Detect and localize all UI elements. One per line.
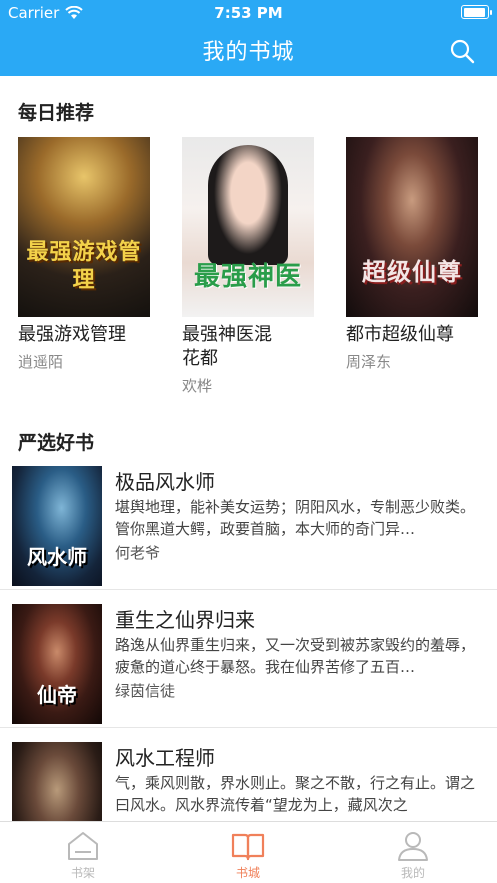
daily-recommend-heading: 每日推荐 (18, 102, 95, 124)
book-cover: 仙帝 (12, 604, 102, 724)
nav-header: Carrier 7:53 PM 我的书城 (0, 0, 497, 76)
status-bar: Carrier 7:53 PM (0, 0, 497, 26)
user-icon (398, 832, 428, 861)
search-icon[interactable] (449, 38, 475, 64)
tab-bookstore[interactable]: 书城 (208, 830, 288, 881)
book-list-item[interactable]: 风水师 极品风水师 堪舆地理，能补美女运势；阴阳风水，专制恶少败类。管你黑道大鳄… (0, 452, 497, 590)
book-description: 路逸从仙界重生归来，又一次受到被苏家毁约的羞辱，疲惫的道心终于暴怒。我在仙界苦修… (115, 636, 476, 676)
book-author: 欢桦 (182, 377, 213, 395)
book-cover: 最强游戏管理 (18, 137, 150, 317)
book-title: 风水工程师 (115, 746, 215, 770)
recommend-book-card[interactable]: 最强神医 最强神医混花都 欢桦 (182, 137, 317, 396)
book-description: 气，乘风则散，界水则止。聚之不散，行之有止。谓之曰风水。风水界流传着“望龙为上，… (115, 774, 476, 814)
tab-label: 书架 (70, 866, 95, 880)
book-list-item[interactable]: 风水 风水工程师 气，乘风则散，界水则止。聚之不散，行之有止。谓之曰风水。风水界… (0, 728, 497, 821)
app: Carrier 7:53 PM 我的书城 每日推荐 最强游戏管理 最强游戏管理 (0, 0, 497, 883)
page-title: 我的书城 (202, 40, 295, 65)
cover-title-text: 最强游戏管理 (26, 240, 142, 293)
book-author: 绿茵信徒 (115, 682, 176, 700)
bookshelf-icon (68, 832, 98, 860)
tab-label: 书城 (235, 866, 260, 880)
main-content[interactable]: 每日推荐 最强游戏管理 最强游戏管理 逍遥陌 最强神医 最强神医混花都 欢桦 超… (0, 76, 497, 821)
battery-icon (461, 5, 492, 19)
cover-title-text: 最强神医 (193, 262, 302, 292)
book-author: 周泽东 (346, 353, 392, 371)
cover-title-text: 风水师 (27, 545, 87, 569)
book-cover: 超级仙尊 (346, 137, 478, 317)
book-title: 重生之仙界归来 (115, 608, 255, 632)
tab-bar: 书架 书城 我的 (0, 821, 497, 883)
tab-label: 我的 (400, 866, 425, 880)
book-title: 最强神医混花都 (182, 324, 272, 369)
book-author: 逍遥陌 (18, 353, 64, 371)
book-author: 何老爷 (115, 544, 161, 562)
recommend-book-card[interactable]: 最强游戏管理 最强游戏管理 逍遥陌 (18, 137, 153, 372)
selected-books-heading: 严选好书 (18, 432, 95, 454)
book-title: 最强游戏管理 (18, 324, 126, 345)
book-title: 极品风水师 (115, 470, 215, 494)
book-cover: 风水师 (12, 466, 102, 586)
book-cover: 最强神医 (182, 137, 314, 317)
open-book-icon (231, 833, 265, 861)
book-title: 都市超级仙尊 (346, 324, 454, 345)
book-cover: 风水 (12, 742, 102, 821)
cover-title-text: 仙帝 (37, 683, 77, 707)
recommend-book-card[interactable]: 超级仙尊 都市超级仙尊 周泽东 (346, 137, 481, 372)
book-list-item[interactable]: 仙帝 重生之仙界归来 路逸从仙界重生归来，又一次受到被苏家毁约的羞辱，疲惫的道心… (0, 590, 497, 728)
status-time: 7:53 PM (214, 4, 283, 22)
tab-profile[interactable]: 我的 (373, 830, 453, 881)
book-description: 堪舆地理，能补美女运势；阴阳风水，专制恶少败类。管你黑道大鳄，政要首脑，本大师的… (115, 498, 476, 538)
cover-title-text: 超级仙尊 (362, 258, 462, 286)
tab-bookshelf[interactable]: 书架 (43, 830, 123, 881)
